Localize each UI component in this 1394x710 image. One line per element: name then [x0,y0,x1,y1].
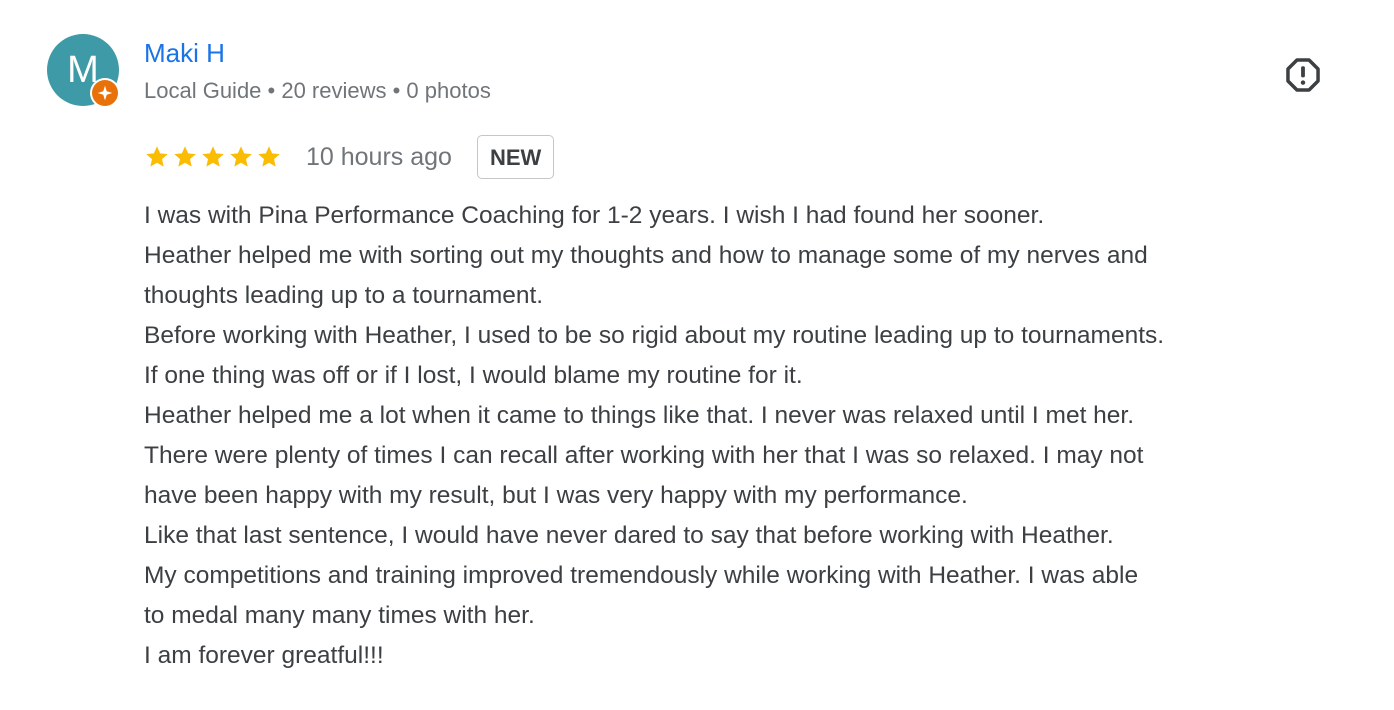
star-icon [174,146,196,167]
star-icon [146,146,168,167]
review-line: Like that last sentence, I would have ne… [144,522,1114,549]
review-line: Heather helped me a lot when it came to … [144,402,1135,429]
review-card: M Maki H Local Guide • 20 reviews • 0 ph… [0,0,1394,710]
review-text: I was with Pina Performance Coaching for… [144,196,1374,676]
report-button[interactable] [1283,55,1323,95]
review-line: I am forever greatful!!! [144,642,384,669]
review-line: have been happy with my result, but I wa… [144,482,968,509]
review-line: to medal many many times with her. [144,602,535,629]
new-badge: NEW [476,135,555,179]
star-icon [202,146,224,167]
star-icon [230,146,252,167]
review-line: If one thing was off or if I lost, I wou… [144,362,803,389]
review-line: Heather helped me with sorting out my th… [144,242,1148,269]
rating-row: 10 hours ago NEW [144,134,555,180]
review-line: thoughts leading up to a tournament. [144,282,544,309]
review-line: My competitions and training improved tr… [144,562,1139,589]
reviewer-meta: Local Guide • 20 reviews • 0 photos [144,78,491,103]
report-flag-icon [1286,58,1320,92]
star-icon [258,146,280,167]
local-guide-badge [90,78,120,108]
review-time: 10 hours ago [306,142,452,171]
local-guide-star-icon [97,85,113,101]
star-rating [144,144,282,170]
review-line: There were plenty of times I can recall … [144,442,1144,469]
review-line: Before working with Heather, I used to b… [144,322,1165,349]
reviewer-name[interactable]: Maki H [144,37,225,69]
review-line: I was with Pina Performance Coaching for… [144,202,1045,229]
